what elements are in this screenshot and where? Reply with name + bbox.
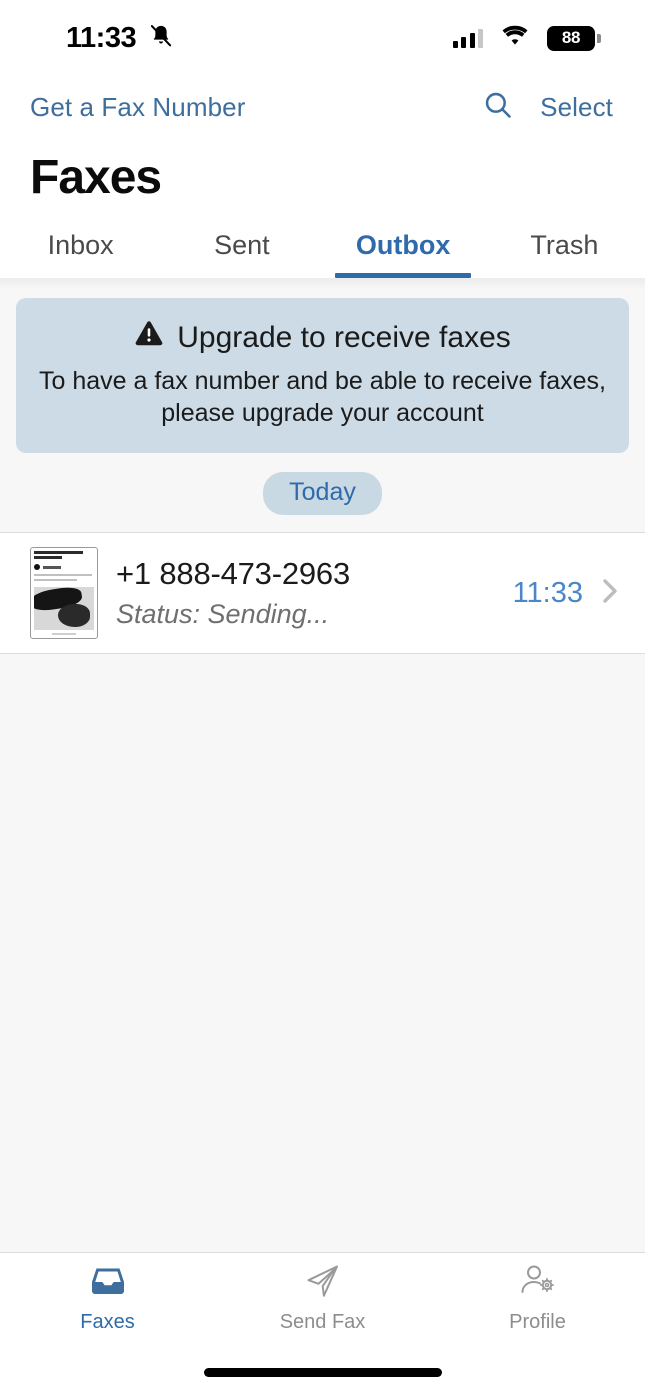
battery-percent: 88 — [561, 28, 581, 47]
thumbnail-body-line — [34, 578, 78, 581]
thumbnail-photo — [34, 587, 94, 630]
get-fax-number-link[interactable]: Get a Fax Number — [30, 92, 245, 123]
thumbnail-heading-line — [34, 551, 84, 554]
fax-timestamp: 11:33 — [512, 576, 583, 609]
fax-recipient-number: +1 888-473-2963 — [116, 556, 351, 591]
date-separator-row: Today — [0, 453, 645, 532]
fax-folder-tabs: Inbox Sent Outbox Trash — [0, 216, 645, 278]
thumbnail-heading-line2 — [34, 556, 62, 559]
bottom-tab-send-fax[interactable]: Send Fax — [215, 1263, 430, 1334]
thumbnail-bullet-dot — [34, 564, 40, 570]
page-title: Faxes — [30, 150, 162, 204]
bottom-tab-faxes-label: Faxes — [80, 1311, 135, 1333]
home-indicator[interactable] — [203, 1367, 442, 1377]
thumbnail-body-line — [34, 574, 92, 576]
chevron-right-icon[interactable] — [597, 571, 623, 616]
battery-body: 88 — [547, 25, 595, 51]
battery-cap — [597, 33, 601, 43]
inbox-tray-icon — [88, 1263, 128, 1304]
thumbnail-content — [34, 551, 94, 635]
status-bar-left: 11:33 — [66, 22, 174, 55]
fax-document-thumbnail — [30, 547, 98, 639]
status-bar-right: 88 — [452, 25, 601, 52]
thumbnail-bullet — [34, 564, 94, 570]
top-nav-actions: Select — [482, 89, 613, 126]
cellular-signal-icon — [452, 28, 483, 48]
fax-list: +1 888-473-2963 Status: Sending... 11:33 — [0, 532, 645, 654]
upgrade-banner-line1: To have a fax number and be able to rece… — [38, 367, 607, 395]
thumbnail-footer-line — [52, 633, 76, 635]
search-icon[interactable] — [482, 89, 514, 126]
bottom-tab-profile[interactable]: Profile — [430, 1263, 645, 1334]
app-screen: 11:33 88 Get a Fax Number Select Faxes I… — [0, 0, 645, 1400]
tabs-shadow — [0, 278, 645, 290]
home-indicator-area — [0, 1344, 645, 1400]
upgrade-banner[interactable]: Upgrade to receive faxes To have a fax n… — [16, 298, 629, 453]
page-title-wrap: Faxes — [0, 138, 645, 216]
thumbnail-bullet-line — [43, 565, 61, 569]
tab-trash-label: Trash — [530, 229, 599, 260]
fax-list-item[interactable]: +1 888-473-2963 Status: Sending... 11:33 — [0, 533, 645, 653]
tab-inbox-label: Inbox — [47, 229, 114, 260]
empty-list-area — [0, 654, 645, 1252]
person-gear-icon — [518, 1263, 558, 1304]
content-area: Upgrade to receive faxes To have a fax n… — [0, 290, 645, 1252]
wifi-icon — [500, 25, 530, 52]
tab-outbox[interactable]: Outbox — [323, 216, 484, 278]
warning-triangle-icon — [134, 320, 164, 355]
tab-sent[interactable]: Sent — [161, 216, 322, 278]
tab-outbox-label: Outbox — [355, 229, 451, 260]
upgrade-banner-title: Upgrade to receive faxes — [177, 320, 511, 354]
battery-indicator: 88 — [547, 25, 601, 51]
top-nav-bar: Get a Fax Number Select — [0, 76, 645, 138]
date-separator: Today — [263, 472, 382, 515]
upgrade-banner-line2: please upgrade your account — [161, 399, 484, 427]
status-bar-clock: 11:33 — [66, 21, 137, 54]
bottom-tab-send-fax-label: Send Fax — [279, 1311, 366, 1333]
bell-slash-icon — [148, 23, 174, 54]
fax-item-text: +1 888-473-2963 Status: Sending... — [116, 556, 495, 630]
upgrade-banner-heading: Upgrade to receive faxes — [34, 320, 611, 355]
bottom-tab-profile-label: Profile — [509, 1311, 566, 1333]
bottom-tab-bar: Faxes Send Fax Profile — [0, 1252, 645, 1344]
status-bar: 11:33 88 — [0, 0, 645, 76]
paper-plane-icon — [303, 1263, 343, 1304]
tab-inbox[interactable]: Inbox — [0, 216, 161, 278]
fax-item-meta: 11:33 — [513, 571, 627, 616]
fax-status-text: Status: Sending... — [116, 599, 330, 629]
tab-trash[interactable]: Trash — [484, 216, 645, 278]
tab-sent-label: Sent — [214, 229, 270, 260]
bottom-tab-faxes[interactable]: Faxes — [0, 1263, 215, 1334]
select-button[interactable]: Select — [540, 92, 613, 123]
